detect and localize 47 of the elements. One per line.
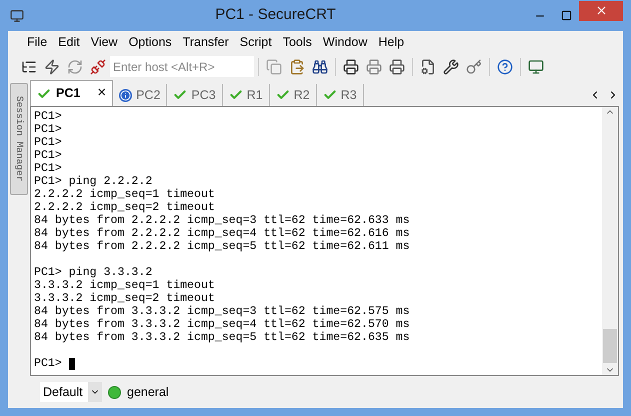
check-icon xyxy=(322,88,337,102)
terminal-line: PC1> xyxy=(34,110,62,123)
check-icon xyxy=(228,88,243,102)
app-icon xyxy=(10,8,24,22)
menu-item[interactable]: Help xyxy=(373,32,410,52)
side-panel-tab[interactable]: Session Manager xyxy=(10,83,28,195)
cursor xyxy=(68,358,75,370)
terminal-line: PC1> ping 2.2.2.2 xyxy=(34,175,152,188)
host-field[interactable]: Enter host <Alt+R> xyxy=(110,56,254,77)
menu-item[interactable]: Transfer xyxy=(178,32,234,52)
menu-item[interactable]: Options xyxy=(124,32,177,52)
terminal-line: 84 bytes from 3.3.3.2 icmp_seq=5 ttl=62 time=62.635 ms xyxy=(34,331,410,344)
terminal-line: PC1> ping 3.3.3.2 xyxy=(34,266,152,279)
maximize-icon xyxy=(560,10,572,21)
close-button[interactable] xyxy=(579,0,623,20)
check-icon xyxy=(276,88,290,102)
terminal-line: PC1> xyxy=(34,162,62,175)
menu-item[interactable]: Script xyxy=(234,32,277,52)
terminal-line: 3.3.3.2 icmp_seq=2 timeout xyxy=(34,292,215,305)
terminal-line: PC1> xyxy=(34,136,62,149)
terminal-line: 84 bytes from 3.3.3.2 icmp_seq=4 ttl=62 time=62.570 ms xyxy=(34,318,410,331)
terminal-line: PC1> xyxy=(34,123,62,136)
session-tab[interactable]: PC1 × xyxy=(30,80,114,106)
terminal-line: 3.3.3.2 icmp_seq=1 timeout xyxy=(34,279,215,292)
menu-item[interactable]: Edit xyxy=(53,32,85,52)
terminal-line: 2.2.2.2 icmp_seq=2 timeout xyxy=(34,201,215,214)
terminal-line: 84 bytes from 2.2.2.2 icmp_seq=4 ttl=62 time=62.616 ms xyxy=(34,227,410,240)
menu-item[interactable]: Window xyxy=(318,32,372,52)
check-icon xyxy=(173,88,188,102)
terminal-line: 84 bytes from 2.2.2.2 icmp_seq=5 ttl=62 time=62.611 ms xyxy=(34,240,410,253)
terminal-line: 84 bytes from 2.2.2.2 icmp_seq=3 ttl=62 time=62.633 ms xyxy=(34,214,410,227)
terminal-line: PC1> xyxy=(34,357,62,370)
info-icon xyxy=(119,88,132,102)
terminal-line: 2.2.2.2 icmp_seq=1 timeout xyxy=(34,188,215,201)
menu-item[interactable]: File xyxy=(22,32,52,52)
terminal-line: 84 bytes from 3.3.3.2 icmp_seq=3 ttl=62 time=62.575 ms xyxy=(34,305,410,318)
close-icon xyxy=(594,4,608,17)
window-title: PC1 - SecureCRT xyxy=(214,5,337,26)
check-icon xyxy=(37,86,51,100)
menu-item[interactable]: View xyxy=(86,32,123,52)
menu-item[interactable]: Tools xyxy=(278,32,317,52)
terminal-line: PC1> xyxy=(34,149,62,162)
profile-dropdown[interactable]: Default xyxy=(40,382,102,402)
session-label: general xyxy=(127,384,169,401)
tab-close-button[interactable]: × xyxy=(97,82,106,105)
scrollbar[interactable] xyxy=(602,107,618,375)
scrollbar-thumb[interactable] xyxy=(603,329,617,363)
